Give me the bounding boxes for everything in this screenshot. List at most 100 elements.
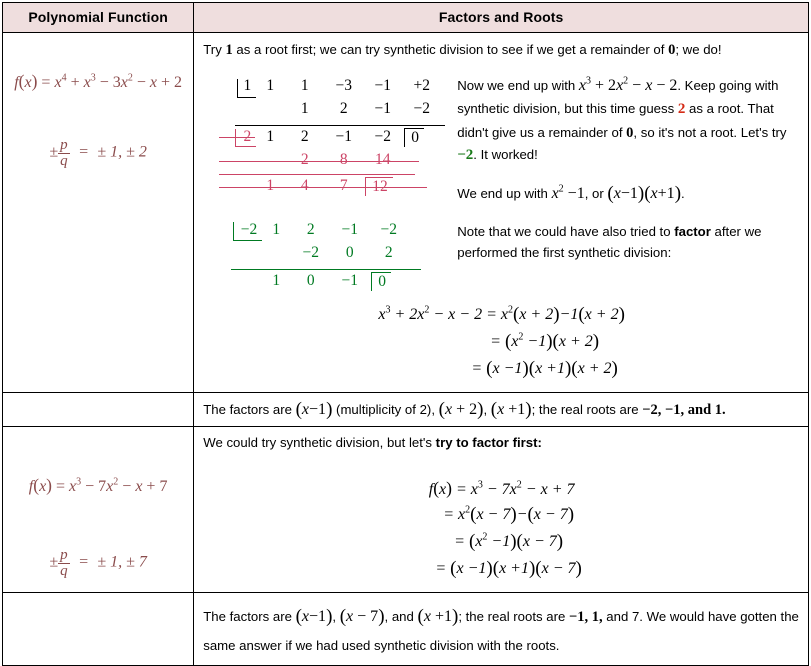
p1-expression: x3 + 2x2 − x − 2 — [578, 75, 678, 94]
synth2-mid-0: 2 — [300, 150, 309, 168]
synth2-strike-line-bot — [219, 186, 428, 188]
intro-text-1: Try — [203, 42, 226, 57]
p1-text-a: Now we end up with — [457, 77, 579, 93]
synth1-top-1: 1 — [300, 76, 309, 94]
synth2-divisor-strike-extension — [219, 136, 240, 138]
q-denominator: q — [58, 562, 70, 579]
p-numerator: p — [60, 137, 68, 153]
synthetic-division-2-crossed-out: 2 1 2 −1 −2 0 2 8 14 1 4 7 12 — [219, 127, 447, 199]
synth2-bracket — [235, 128, 257, 147]
c1-factor-3: (x +1) — [490, 398, 532, 420]
c2-text-a: The factors are — [203, 609, 296, 625]
c1-text-c: , — [483, 401, 491, 417]
synthetic-division-group: 1 1 1 −3 −1 +2 1 2 −1 −2 2 1 2 −1 −2 0 2… — [203, 71, 447, 294]
row2-polynomial-cell: f(x) = x3 − 7x2 − x + 7 ± p q = ± 1, ± 7 — [1, 425, 195, 594]
paragraph-keep-going: Now we end up with x3 + 2x2 − x − 2. Kee… — [457, 73, 800, 169]
c1-text-a: The factors are — [203, 401, 296, 417]
r2-intro-text: We could try synthetic division, but let… — [203, 434, 436, 450]
row1-function-expression: f(x) = x4 + x3 − 3x2 − x + 2 — [14, 71, 183, 91]
row1-rational-values: ± 1, ± 2 — [97, 143, 147, 161]
row1-factors-cell: Try 1 as a root first; we can try synthe… — [193, 32, 809, 393]
row2-intro-line: We could try synthetic division, but let… — [203, 434, 800, 453]
synth2-mid-2: 14 — [374, 150, 391, 168]
row2-factoring-derivation: f(x) = x3 − 7x2 − x + 7 = x2(x − 7)−(x −… — [203, 478, 800, 580]
synth1-mid-2: 2 — [339, 99, 348, 117]
row1-polynomial-cell: f(x) = x4 + x3 − 3x2 − x + 2 ± p q = ± 1, … — [1, 32, 195, 393]
c2-text-c: , and — [384, 609, 418, 625]
header-polynomial-function: Polynomial Function — [1, 2, 195, 33]
intro-root-1: 1 — [225, 42, 233, 58]
synth2-bot-3: −2 — [374, 127, 391, 145]
row2-conclusion-row: The factors are (x−1), (x − 7), and (x +… — [1, 592, 809, 666]
p2-text-a: We end up with — [457, 186, 552, 202]
p3-text-a: Note that we could have also tried to — [457, 224, 675, 240]
c2-factor-2: (x − 7) — [339, 606, 385, 628]
row2-rational-values: ± 1, ± 7 — [97, 552, 147, 570]
c1-factor-1: (x−1) — [295, 398, 333, 420]
c1-text-d: ; the real roots are — [531, 401, 643, 417]
synthetic-division-3: −2 1 2 −1 −2 −2 0 2 1 0 −1 0 — [221, 221, 447, 294]
synth2-bot-1: 2 — [300, 127, 309, 145]
row2-conclusion-left-spacer — [1, 592, 195, 666]
synth1-top-2: −3 — [335, 76, 352, 94]
synth2-bot-0: 1 — [266, 127, 275, 145]
synth3-mid-2: 0 — [345, 243, 354, 261]
row2-function-expression: f(x) = x3 − 7x2 − x + 7 — [28, 474, 168, 495]
synth3-top-2: −1 — [341, 220, 358, 238]
synth1-bracket — [237, 78, 257, 98]
explanation-column: Now we end up with x3 + 2x2 − x − 2. Kee… — [447, 71, 800, 266]
synth3-top-3: −2 — [380, 220, 397, 238]
synth3-divider-bar — [231, 268, 422, 270]
c2-roots: −1, 1, — [569, 609, 603, 626]
table-row: f(x) = x3 − 7x2 − x + 7 ± p q = ± 1, ± 7 W… — [1, 425, 809, 594]
row1-conclusion-row: The factors are (x−1) (multiplicity of 2… — [1, 391, 809, 427]
row2-factors-cell: We could try synthetic division, but let… — [193, 425, 809, 594]
p2-text-b: , or — [584, 186, 608, 202]
c2-text-b: , — [332, 609, 340, 625]
factoring-line-3: = (x −1)(x +1)(x + 2) — [471, 357, 618, 379]
synth2-mid-1: 8 — [339, 150, 348, 168]
paragraph-we-end-up-with: We end up with x2 −1, or (x−1)(x+1). — [457, 181, 800, 208]
synth2-bot-2: −1 — [335, 127, 352, 145]
synth3-bot-2: −1 — [341, 271, 358, 289]
p2-text-c: . — [681, 186, 685, 202]
synth2-divider-bar — [219, 173, 416, 175]
synth1-mid-1: 1 — [300, 99, 309, 117]
r2-factoring-line-1: f(x) = x3 − 7x2 − x + 7 — [428, 478, 575, 499]
synth1-mid-4: −2 — [413, 99, 430, 117]
row1-factoring-derivation: x3 + 2x2 − x − 2 = x2(x + 2)−1(x + 2) = … — [203, 304, 800, 380]
p1-text-d: , so it's not a root. Let's try — [633, 124, 787, 140]
synth3-mid-1: −2 — [302, 243, 319, 261]
row1-conclusion-left-spacer — [1, 392, 195, 427]
q-denominator: q — [58, 153, 70, 170]
synth3-mid-3: 2 — [384, 243, 393, 261]
factoring-line-2: = (x2 −1)(x + 2) — [490, 330, 600, 352]
synth3-remainder: 0 — [371, 271, 391, 291]
synth1-remainder: 0 — [404, 127, 424, 147]
synth1-top-0: 1 — [266, 76, 275, 94]
polynomial-factoring-table: Polynomial Function Factors and Roots f(… — [1, 2, 809, 666]
c2-factor-3: (x +1) — [417, 606, 459, 628]
p-numerator: p — [60, 546, 68, 563]
synth3-bracket — [233, 221, 263, 241]
header-factors-and-roots: Factors and Roots — [193, 2, 809, 33]
c2-text-d: ; the real roots are — [458, 609, 569, 625]
synth2-strike-line-mid — [219, 160, 420, 162]
synthetic-division-1: 1 1 1 −3 −1 +2 1 2 −1 −2 — [221, 77, 447, 126]
synth3-top-0: 1 — [272, 220, 281, 238]
row1-intro-line: Try 1 as a root first; we can try synthe… — [203, 40, 800, 61]
row2-rational-roots-expression: ± p q = ± 1, ± 7 — [49, 546, 147, 579]
synth1-top-3: −1 — [374, 76, 391, 94]
row1-conclusion-cell: The factors are (x−1) (multiplicity of 2… — [193, 391, 809, 427]
synth3-top-1: 2 — [306, 220, 315, 238]
c1-factor-2: (x + 2) — [438, 398, 484, 420]
paragraph-note-factor: Note that we could have also tried to fa… — [457, 222, 800, 264]
worksheet-page: Polynomial Function Factors and Roots f(… — [0, 2, 811, 666]
synth1-divider-bar — [235, 124, 446, 126]
c1-text-b: (multiplicity of 2), — [332, 401, 439, 417]
synth3-bot-0: 1 — [272, 271, 281, 289]
p1-guess-minus2: −2 — [457, 147, 474, 164]
p2-expr1: x2 −1 — [551, 183, 585, 203]
r2-factoring-line-4: = (x −1)(x +1)(x − 7) — [435, 558, 582, 580]
p3-bold-factor: factor — [674, 224, 711, 240]
